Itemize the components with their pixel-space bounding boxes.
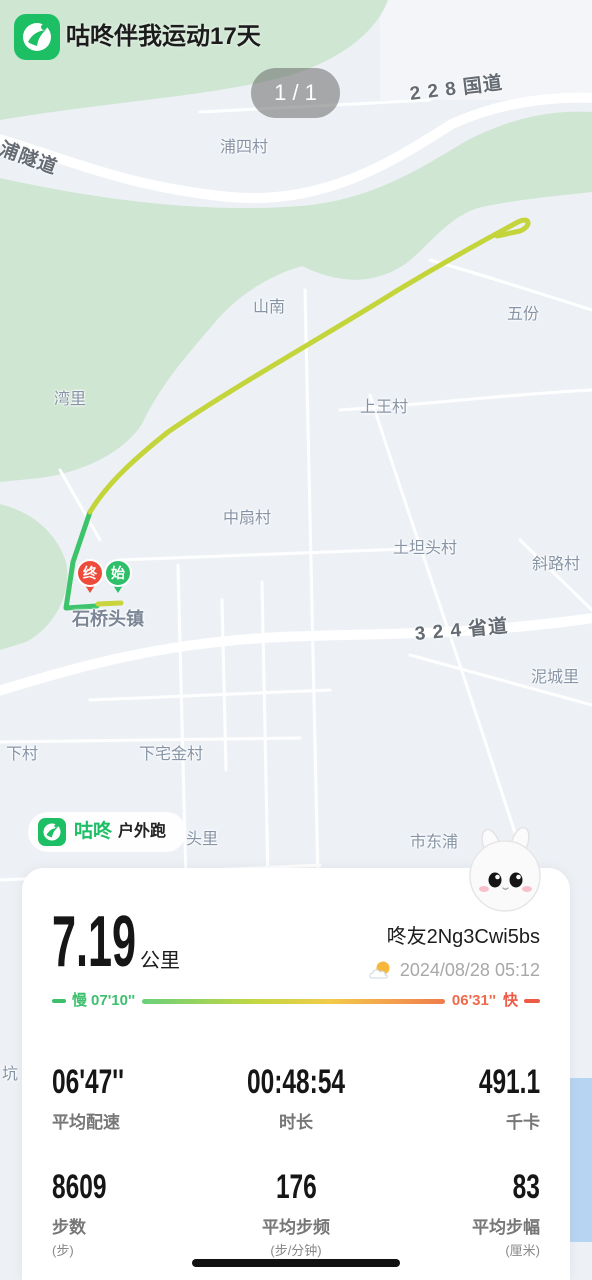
calories-stat: 491.1 千卡 [370, 1065, 540, 1131]
duration-stat: 00:48:54 时长 [211, 1065, 381, 1131]
header-title: 咕咚伴我运动17天 [66, 23, 261, 50]
cadence-stat: 176 平均步频 (步/分钟) [211, 1170, 381, 1257]
place-label: 斜路村 [532, 556, 581, 573]
pace-scale: 慢 07'10'' 06'31'' 快 [52, 992, 540, 1010]
place-label: 山南 [253, 299, 286, 316]
fast-label: 快 [502, 992, 518, 1009]
stat-label: 步数 [52, 1218, 86, 1237]
start-marker-label: 始 [111, 565, 125, 581]
stat-label: 时长 [279, 1113, 313, 1132]
place-label: 市东浦 [410, 834, 459, 851]
home-indicator[interactable] [192, 1259, 400, 1267]
workout-datetime: 2024/08/28 05:12 [399, 960, 540, 980]
codoon-logo-icon [14, 14, 60, 60]
username: 咚友2Ng3Cwi5bs [386, 926, 540, 948]
place-label: 头里 [186, 831, 219, 848]
town-label: 石桥头镇 [72, 609, 144, 629]
activity-type: 户外跑 [118, 823, 167, 840]
stat-value: 176 [275, 1168, 317, 1206]
date-row: 2024/08/28 05:12 [368, 960, 540, 980]
slowest-pace: 07'10'' [91, 992, 136, 1009]
stat-value: 06'47'' [52, 1063, 124, 1101]
steps-stat: 8609 步数 (步) [52, 1170, 222, 1257]
place-label: 坑 [2, 1066, 19, 1083]
workout-summary-card: 7.19 公里 咚友2Ng3Cwi5bs 2024/08/28 05:12 慢 … [22, 868, 570, 1280]
partly-cloudy-icon [368, 960, 394, 980]
place-label: 湾里 [54, 391, 87, 408]
stat-unit: (步) [52, 1243, 74, 1258]
place-label: 上王村 [360, 399, 409, 416]
bunny-avatar-icon [469, 826, 541, 912]
place-label: 土坦头村 [393, 540, 458, 557]
app-header: 咕咚伴我运动17天 [14, 14, 261, 60]
activity-badge: 咕咚 户外跑 [28, 812, 186, 852]
distance-unit: 公里 [140, 950, 180, 972]
avg-pace-stat: 06'47'' 平均配速 [52, 1065, 222, 1131]
route-segment [95, 600, 124, 607]
stat-label: 千卡 [506, 1113, 540, 1132]
stat-label: 平均步频 [262, 1218, 330, 1237]
stat-unit: (厘米) [505, 1243, 540, 1258]
place-label: 浦四村 [220, 139, 269, 156]
pace-gradient-bar [142, 998, 445, 1004]
stat-unit: (步/分钟) [270, 1243, 322, 1258]
stat-label: 平均步幅 [472, 1218, 540, 1237]
place-label: 下宅金村 [139, 746, 204, 763]
codoon-logo-icon [38, 818, 66, 846]
stat-value: 00:48:54 [246, 1063, 345, 1101]
place-label: 下村 [6, 746, 39, 763]
end-marker-label: 终 [83, 565, 98, 581]
slow-label: 慢 [72, 992, 88, 1009]
stat-value: 83 [512, 1168, 540, 1206]
slow-pace-marker [52, 999, 66, 1003]
place-label: 中扇村 [223, 510, 272, 527]
page-indicator: 1 / 1 [251, 68, 340, 118]
place-label: 五份 [507, 306, 540, 323]
water-area [568, 1078, 592, 1242]
stride-stat: 83 平均步幅 (厘米) [370, 1170, 540, 1257]
brand-name: 咕咚 [74, 821, 113, 842]
fast-pace-marker [524, 999, 540, 1003]
place-label: 泥城里 [531, 669, 580, 686]
stat-value: 8609 [52, 1168, 107, 1206]
stat-label: 平均配速 [52, 1113, 120, 1132]
fastest-pace: 06'31'' [451, 992, 496, 1009]
stat-value: 491.1 [478, 1063, 540, 1101]
